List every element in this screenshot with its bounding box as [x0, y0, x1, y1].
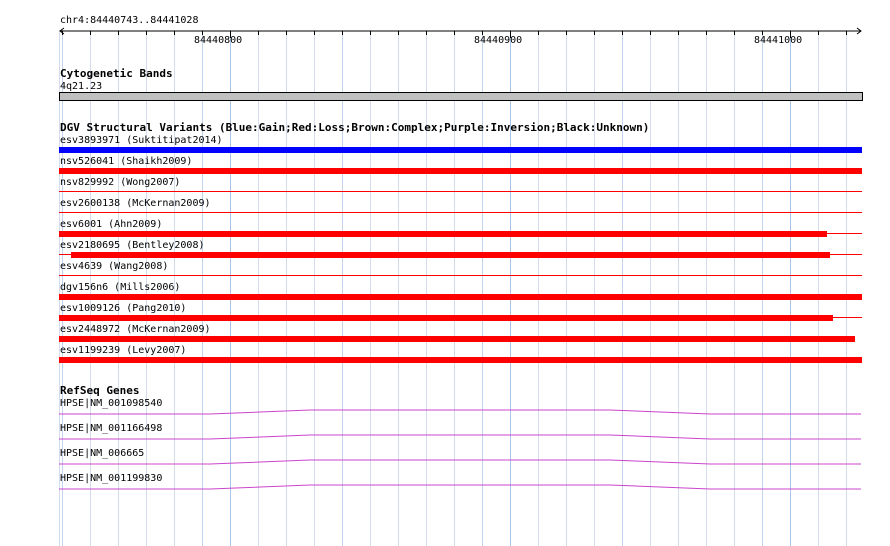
ruler-tick-mark — [62, 31, 63, 35]
ruler-tick-mark — [118, 31, 119, 35]
variant-loss-bar[interactable] — [59, 357, 862, 363]
gene-model[interactable] — [0, 455, 890, 467]
grid-minor-line — [286, 30, 287, 546]
ruler-tick-mark — [538, 31, 539, 35]
variant-loss-bar[interactable] — [59, 231, 827, 237]
grid-minor-line — [594, 30, 595, 546]
grid-minor-line — [370, 30, 371, 546]
ruler-tick-mark — [370, 31, 371, 35]
ruler-tick-mark — [706, 31, 707, 35]
grid-minor-line — [706, 30, 707, 546]
gene-model[interactable] — [0, 480, 890, 492]
ruler-tick-mark — [846, 31, 847, 35]
ruler-tick-mark — [566, 31, 567, 35]
location-label: chr4:84440743..84441028 — [60, 15, 199, 26]
grid-minor-line — [734, 30, 735, 546]
cytoband-track-title: Cytogenetic Bands — [60, 67, 173, 80]
variant-label[interactable]: nsv829992 (Wong2007) — [60, 177, 180, 188]
variant-label[interactable]: esv1009126 (Pang2010) — [60, 303, 186, 314]
grid-minor-line — [678, 30, 679, 546]
ruler-tick-mark — [286, 31, 287, 35]
grid-minor-line — [622, 30, 623, 546]
variant-label[interactable]: esv4639 (Wang2008) — [60, 261, 168, 272]
ruler-tick-mark — [314, 31, 315, 35]
variant-row-divider — [59, 275, 862, 276]
variant-label[interactable]: esv2180695 (Bentley2008) — [60, 240, 205, 251]
ruler-tick-mark — [594, 31, 595, 35]
dgv-track-title: DGV Structural Variants (Blue:Gain;Red:L… — [60, 121, 650, 134]
ruler-tick-mark — [454, 31, 455, 35]
variant-label[interactable]: esv3893971 (Suktitipat2014) — [60, 135, 223, 146]
ruler-axis-line — [59, 27, 862, 35]
variant-row-divider — [59, 212, 862, 213]
variant-gain-bar[interactable] — [59, 147, 862, 153]
variant-loss-bar[interactable] — [59, 168, 862, 174]
grid-minor-line — [426, 30, 427, 546]
variant-loss-bar[interactable] — [59, 336, 855, 342]
variant-label[interactable]: nsv526041 (Shaikh2009) — [60, 156, 192, 167]
gene-model[interactable] — [0, 430, 890, 442]
grid-minor-line — [762, 30, 763, 546]
ruler-tick-label: 84440900 — [474, 35, 523, 46]
ruler-tick-mark — [426, 31, 427, 35]
ruler-tick-mark — [174, 31, 175, 35]
ruler-tick-mark — [678, 31, 679, 35]
refseq-track-title: RefSeq Genes — [60, 384, 140, 397]
ruler-tick-mark — [342, 31, 343, 35]
grid-major-line — [790, 30, 791, 546]
ruler-tick-mark — [398, 31, 399, 35]
variant-row-divider — [59, 191, 862, 192]
variant-label[interactable]: dgv156n6 (Mills2006) — [60, 282, 180, 293]
ruler-tick-mark — [90, 31, 91, 35]
variant-loss-bar[interactable] — [71, 252, 830, 258]
ruler-tick-label: 84441000 — [754, 35, 803, 46]
variant-label[interactable]: esv2600138 (McKernan2009) — [60, 198, 211, 209]
grid-minor-line — [566, 30, 567, 546]
variant-label[interactable]: esv2448972 (McKernan2009) — [60, 324, 211, 335]
grid-minor-line — [538, 30, 539, 546]
variant-row-divider — [833, 317, 862, 318]
variant-label[interactable]: esv6001 (Ahn2009) — [60, 219, 162, 230]
cytoband-label: 4q21.23 — [60, 81, 103, 92]
grid-minor-line — [846, 30, 847, 546]
grid-major-line — [510, 30, 511, 546]
ruler-tick-mark — [818, 31, 819, 35]
cytoband-bar[interactable] — [59, 92, 863, 101]
grid-minor-line — [482, 30, 483, 546]
variant-row-divider — [827, 233, 862, 234]
grid-minor-line — [202, 30, 203, 546]
grid-major-line — [230, 30, 231, 546]
grid-minor-line — [398, 30, 399, 546]
grid-minor-line — [818, 30, 819, 546]
ruler-tick-mark — [734, 31, 735, 35]
variant-label[interactable]: esv1199239 (Levy2007) — [60, 345, 186, 356]
variant-loss-bar[interactable] — [59, 294, 862, 300]
ruler-axis[interactable] — [59, 27, 862, 35]
ruler-tick-mark — [146, 31, 147, 35]
grid-minor-line — [314, 30, 315, 546]
grid-minor-line — [258, 30, 259, 546]
variant-loss-bar[interactable] — [59, 315, 833, 321]
ruler-tick-mark — [258, 31, 259, 35]
ruler-tick-mark — [622, 31, 623, 35]
gene-model[interactable] — [0, 405, 890, 417]
grid-minor-line — [650, 30, 651, 546]
grid-minor-line — [454, 30, 455, 546]
ruler-tick-mark — [650, 31, 651, 35]
grid-minor-line — [342, 30, 343, 546]
ruler-tick-label: 84440800 — [194, 35, 243, 46]
